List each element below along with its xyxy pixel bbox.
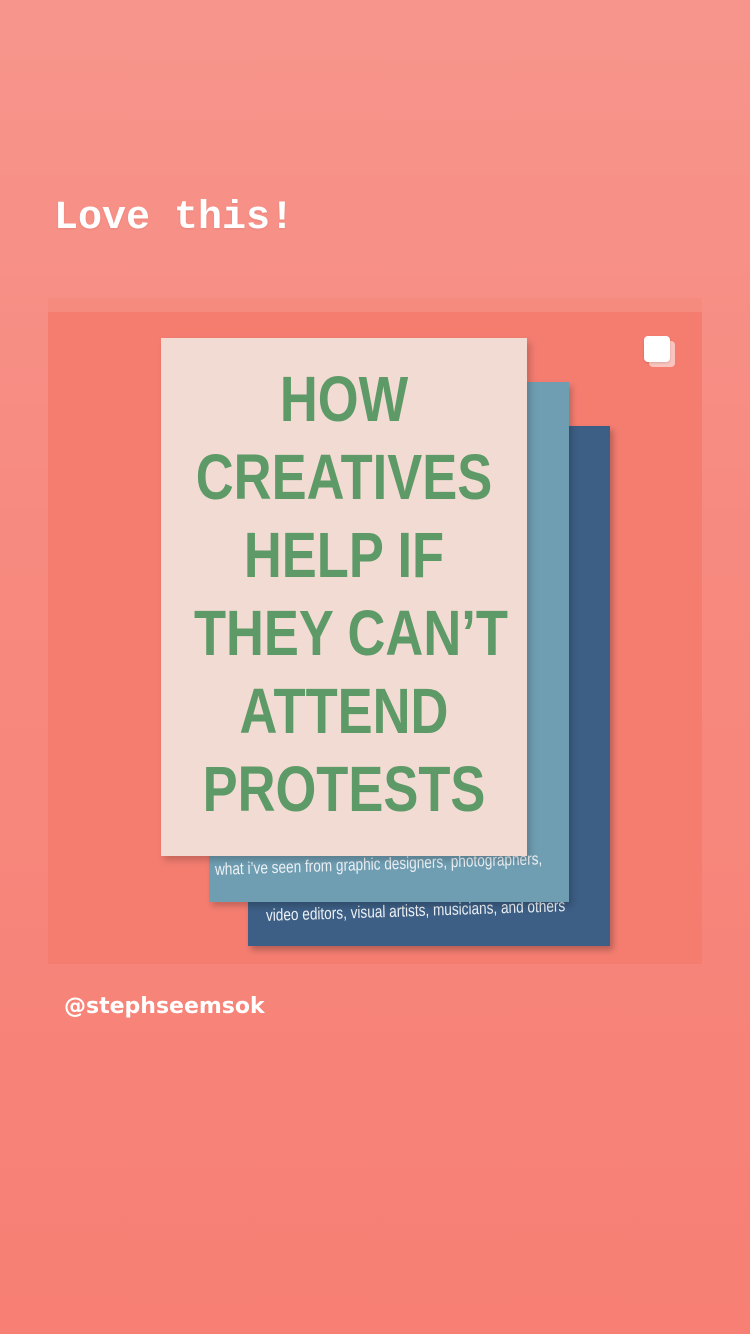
card-top-edge — [48, 298, 702, 312]
post-author-username[interactable]: @stephseemsok — [64, 994, 265, 1019]
story-caption: Love this! — [54, 196, 295, 241]
poster-title-line: THEY CAN’T — [193, 597, 508, 669]
poster-title: HOW CREATIVES HELP IF THEY CAN’T ATTEND … — [161, 360, 527, 828]
carousel-icon — [644, 336, 678, 368]
poster-title-line: PROTESTS — [202, 753, 486, 825]
carousel-icon-front — [644, 336, 670, 362]
shared-post-card[interactable]: video editors, visual artists, musicians… — [48, 298, 702, 964]
poster-title-line: CREATIVES — [195, 441, 493, 513]
poster-title-line: HELP IF — [243, 519, 445, 591]
poster-title-line: HOW — [279, 363, 409, 435]
poster-sheet-cream: HOW CREATIVES HELP IF THEY CAN’T ATTEND … — [161, 338, 527, 856]
poster-title-line: ATTEND — [239, 675, 449, 747]
